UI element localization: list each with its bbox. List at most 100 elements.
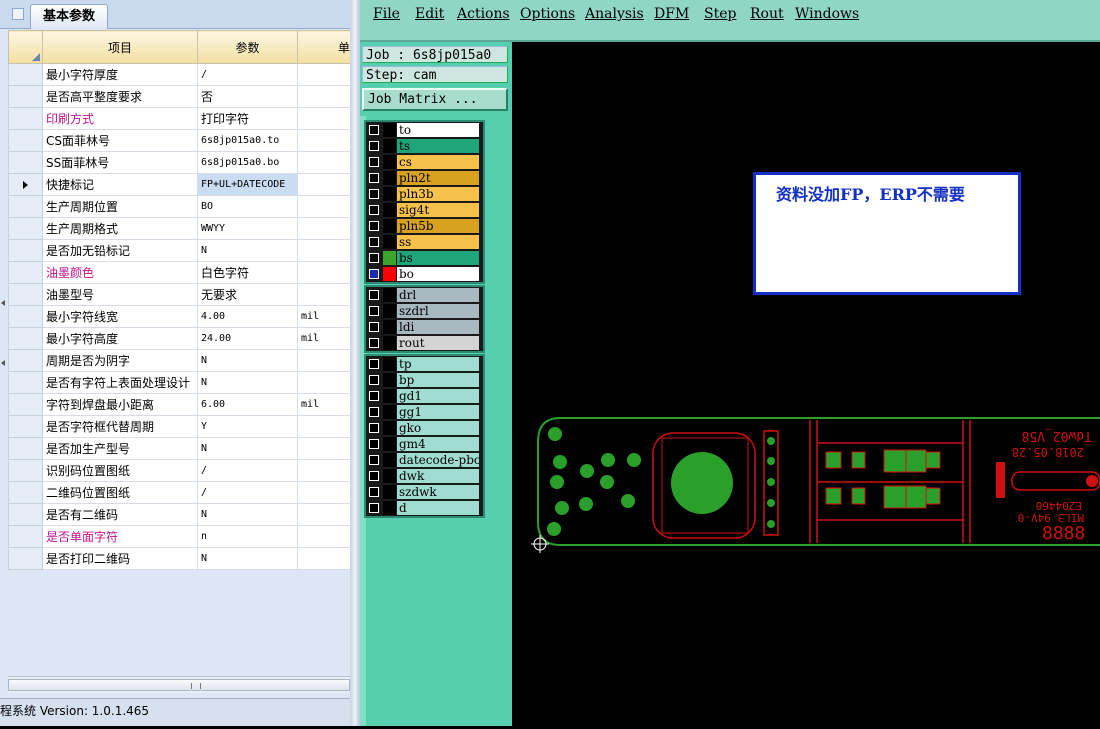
param-value-cell[interactable]: N <box>197 349 298 372</box>
layer-color-swatch[interactable] <box>383 469 396 483</box>
table-row[interactable]: 是否单面字符 n <box>8 525 350 548</box>
row-selector[interactable] <box>8 371 43 394</box>
row-selector[interactable] <box>8 85 43 108</box>
layer-row-bs[interactable]: bs <box>366 250 483 266</box>
layer-checkbox[interactable] <box>369 205 379 215</box>
select-all-corner[interactable] <box>8 30 43 64</box>
column-header-param[interactable]: 参数 <box>197 30 298 64</box>
param-value-cell[interactable]: 白色字符 <box>197 261 298 284</box>
menu-edit[interactable]: Edit <box>415 6 444 22</box>
param-value-cell[interactable]: N <box>197 503 298 526</box>
layer-name-label[interactable]: gko <box>397 421 479 435</box>
layer-name-label[interactable]: d <box>397 501 479 515</box>
param-value-cell[interactable]: 6.00 <box>197 393 298 416</box>
menu-rout[interactable]: Rout <box>750 6 784 22</box>
layer-checkbox[interactable] <box>369 455 379 465</box>
table-row[interactable]: 最小字符高度 24.00 mil <box>8 327 350 350</box>
menu-windows[interactable]: Windows <box>795 6 859 22</box>
param-value-cell[interactable]: N <box>197 437 298 460</box>
row-selector[interactable] <box>8 129 43 152</box>
layer-name-label[interactable]: pln3b <box>397 187 479 201</box>
param-value-cell[interactable]: 打印字符 <box>197 107 298 130</box>
column-header-unit[interactable]: 单 <box>297 30 350 64</box>
layer-color-swatch[interactable] <box>383 405 396 419</box>
layer-row-cs[interactable]: cs <box>366 154 483 170</box>
layer-row-ldi[interactable]: ldi <box>366 319 483 335</box>
layer-row-bp[interactable]: bp <box>366 372 483 388</box>
layer-color-swatch[interactable] <box>383 389 396 403</box>
table-row[interactable]: 快捷标记 FP+UL+DATECODE <box>8 173 350 196</box>
row-selector[interactable] <box>8 547 43 570</box>
layer-checkbox[interactable] <box>369 237 379 247</box>
row-selector[interactable] <box>8 261 43 284</box>
table-row[interactable]: 字符到焊盘最小距离 6.00 mil <box>8 393 350 416</box>
table-row[interactable]: 生产周期位置 BO <box>8 195 350 218</box>
layer-color-swatch[interactable] <box>383 155 396 169</box>
menu-analysis[interactable]: Analysis <box>585 6 644 22</box>
row-selector[interactable] <box>8 415 43 438</box>
param-value-cell[interactable]: 无要求 <box>197 283 298 306</box>
layer-checkbox[interactable] <box>369 157 379 167</box>
row-selector[interactable] <box>8 217 43 240</box>
layer-color-swatch[interactable] <box>383 320 396 334</box>
param-value-cell[interactable]: N <box>197 239 298 262</box>
layer-name-label[interactable]: gm4 <box>397 437 479 451</box>
layer-name-label[interactable]: sig4t <box>397 203 479 217</box>
layer-name-label[interactable]: drl <box>397 288 479 302</box>
table-row[interactable]: SS面菲林号 6s8jp015a0.bo <box>8 151 350 174</box>
param-value-cell[interactable]: 24.00 <box>197 327 298 350</box>
row-selector[interactable] <box>8 327 43 350</box>
menu-step[interactable]: Step <box>704 6 736 22</box>
layer-color-swatch[interactable] <box>383 187 396 201</box>
layer-checkbox[interactable] <box>369 290 379 300</box>
param-value-cell[interactable]: Y <box>197 415 298 438</box>
table-row[interactable]: CS面菲林号 6s8jp015a0.to <box>8 129 350 152</box>
panel-menu-icon[interactable] <box>12 8 24 20</box>
layer-row-pln3b[interactable]: pln3b <box>366 186 483 202</box>
layer-color-swatch[interactable] <box>383 171 396 185</box>
layer-checkbox[interactable] <box>369 503 379 513</box>
menu-actions[interactable]: Actions <box>457 6 510 22</box>
layer-color-swatch[interactable] <box>383 304 396 318</box>
layer-checkbox[interactable] <box>369 125 379 135</box>
layer-name-label[interactable]: rout <box>397 336 479 350</box>
table-row[interactable]: 是否加无铅标记 N <box>8 239 350 262</box>
row-selector[interactable] <box>8 393 43 416</box>
layer-row-gg1[interactable]: gg1 <box>366 404 483 420</box>
layer-checkbox[interactable] <box>369 338 379 348</box>
layer-checkbox[interactable] <box>369 221 379 231</box>
param-value-cell[interactable]: 6s8jp015a0.bo <box>197 151 298 174</box>
layer-name-label[interactable]: ts <box>397 139 479 153</box>
layer-row-drl[interactable]: drl <box>366 287 483 303</box>
layer-name-label[interactable]: pln2t <box>397 171 479 185</box>
param-value-cell[interactable]: BO <box>197 195 298 218</box>
layer-row-gd1[interactable]: gd1 <box>366 388 483 404</box>
layer-checkbox[interactable] <box>369 269 379 279</box>
row-selector[interactable] <box>8 481 43 504</box>
layer-name-label[interactable]: to <box>397 123 479 137</box>
table-row[interactable]: 是否高平整度要求否 <box>8 85 350 108</box>
table-row[interactable]: 油墨型号 无要求 <box>8 283 350 306</box>
tab-basic-params[interactable]: 基本参数 <box>30 4 108 29</box>
layer-checkbox[interactable] <box>369 306 379 316</box>
layer-name-label[interactable]: bo <box>397 267 479 281</box>
table-row[interactable]: 生产周期格式 WWYY <box>8 217 350 240</box>
layer-color-swatch[interactable] <box>383 421 396 435</box>
layer-checkbox[interactable] <box>369 322 379 332</box>
param-value-cell[interactable]: 4.00 <box>197 305 298 328</box>
row-selector[interactable] <box>8 107 43 130</box>
layer-name-label[interactable]: tp <box>397 357 479 371</box>
layer-row-d[interactable]: d <box>366 500 483 516</box>
horizontal-scrollbar[interactable] <box>8 676 350 693</box>
table-row[interactable]: 是否有字符上表面处理设计 N <box>8 371 350 394</box>
layer-checkbox[interactable] <box>369 391 379 401</box>
table-row[interactable]: 是否字符框代替周期 Y <box>8 415 350 438</box>
layer-name-label[interactable]: cs <box>397 155 479 169</box>
row-selector[interactable] <box>8 525 43 548</box>
layer-checkbox[interactable] <box>369 253 379 263</box>
row-selector[interactable] <box>8 151 43 174</box>
layer-row-dwk[interactable]: dwk <box>366 468 483 484</box>
layer-row-gm4[interactable]: gm4 <box>366 436 483 452</box>
layer-name-label[interactable]: gg1 <box>397 405 479 419</box>
layer-color-swatch[interactable] <box>383 501 396 515</box>
